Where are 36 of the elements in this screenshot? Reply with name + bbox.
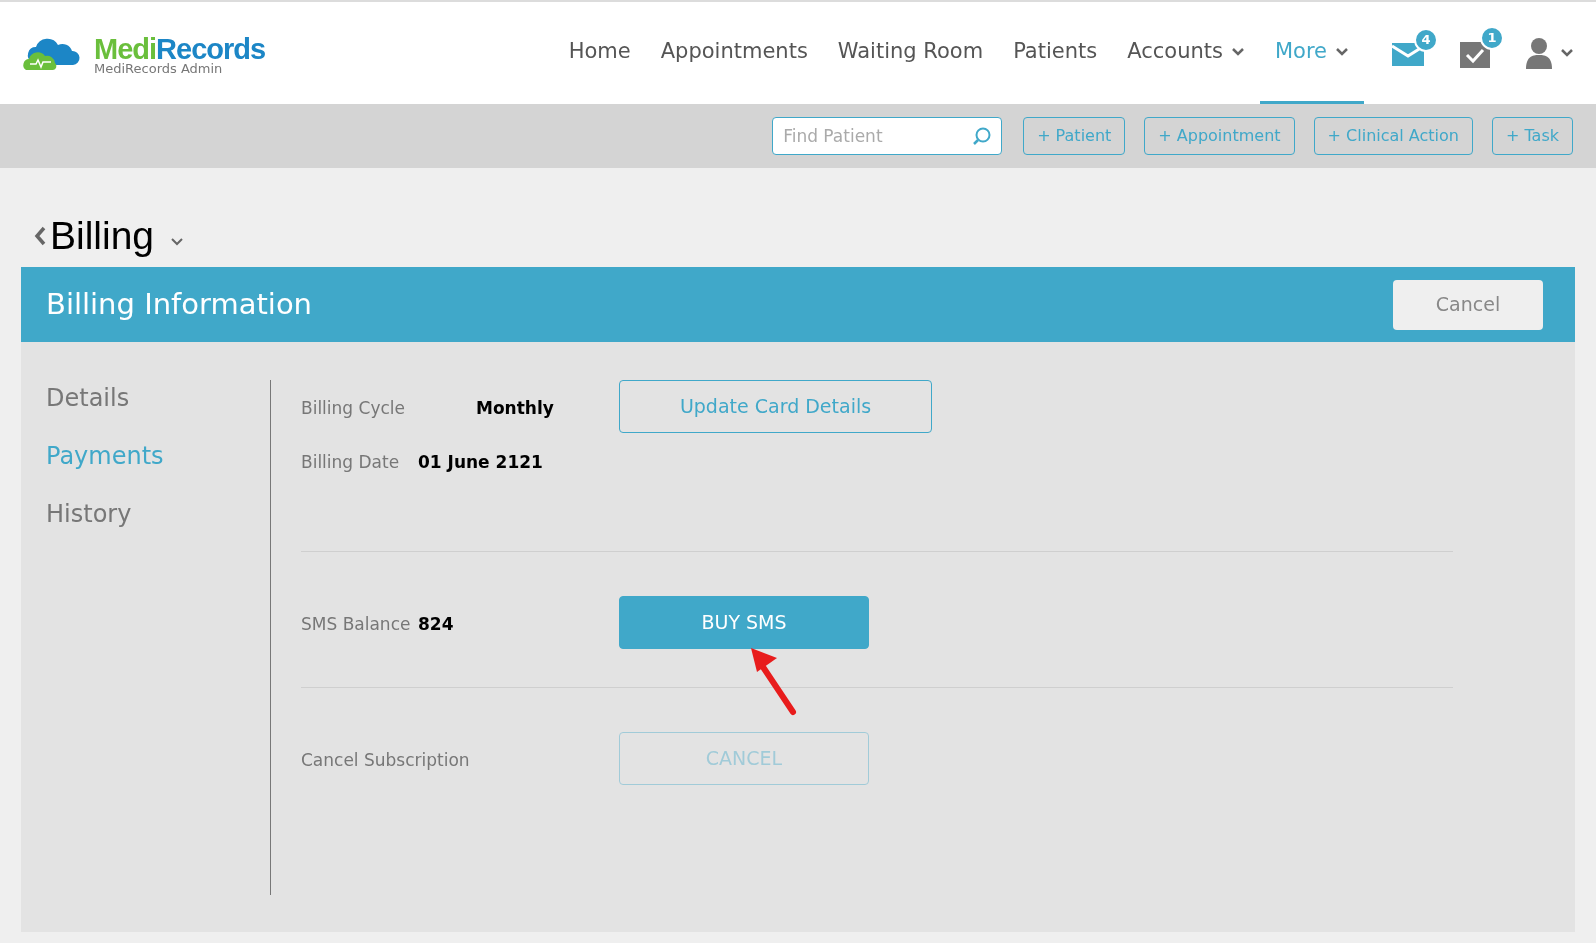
field-label: Cancel Subscription	[301, 749, 470, 772]
back-icon[interactable]	[34, 225, 46, 246]
page-title: Billing	[50, 216, 155, 255]
field-label: SMS Balance	[301, 613, 412, 636]
action-button[interactable]: BUY SMS	[619, 596, 869, 649]
cloud-logo-icon	[22, 38, 82, 72]
add-button[interactable]: + Task	[1491, 117, 1573, 155]
sidebar-item[interactable]: History	[46, 496, 270, 532]
nav-link[interactable]: Patients	[998, 2, 1113, 104]
field-value: 824	[418, 613, 454, 636]
brand-subtitle: MediRecords Admin	[94, 62, 224, 75]
nav-link[interactable]: Accounts	[1112, 2, 1260, 104]
chevron-down-icon[interactable]	[170, 236, 185, 247]
panel-title: Billing Information	[46, 285, 312, 323]
find-patient-field[interactable]: Find Patient	[772, 117, 1003, 155]
add-button[interactable]: + Appointment	[1144, 117, 1295, 155]
envelope-icon[interactable]	[1392, 40, 1424, 66]
chevron-down-icon	[1560, 48, 1574, 58]
add-button[interactable]: + Patient	[1023, 117, 1126, 155]
cancel-button[interactable]: Cancel	[1393, 279, 1543, 330]
nav-link[interactable]: Appointments	[645, 2, 823, 104]
nav-link[interactable]: Waiting Room	[822, 2, 999, 104]
field-value: 01 June 2121	[418, 450, 543, 474]
brand-name: MediRecords	[94, 35, 266, 64]
count-badge: 1	[1480, 26, 1504, 50]
count-badge: 4	[1414, 28, 1438, 52]
field-label: Billing Date	[301, 450, 401, 474]
action-button[interactable]: Update Card Details	[619, 380, 932, 433]
sidebar-item[interactable]: Payments	[46, 438, 270, 474]
search-icon[interactable]	[972, 126, 993, 146]
field-label: Billing Cycle	[301, 397, 406, 420]
add-button[interactable]: + Clinical Action	[1313, 117, 1473, 155]
sidebar-item[interactable]: Details	[46, 380, 270, 416]
field-value: Monthly	[476, 397, 554, 420]
user-icon	[1526, 37, 1552, 69]
nav-link[interactable]: Home	[553, 2, 646, 104]
